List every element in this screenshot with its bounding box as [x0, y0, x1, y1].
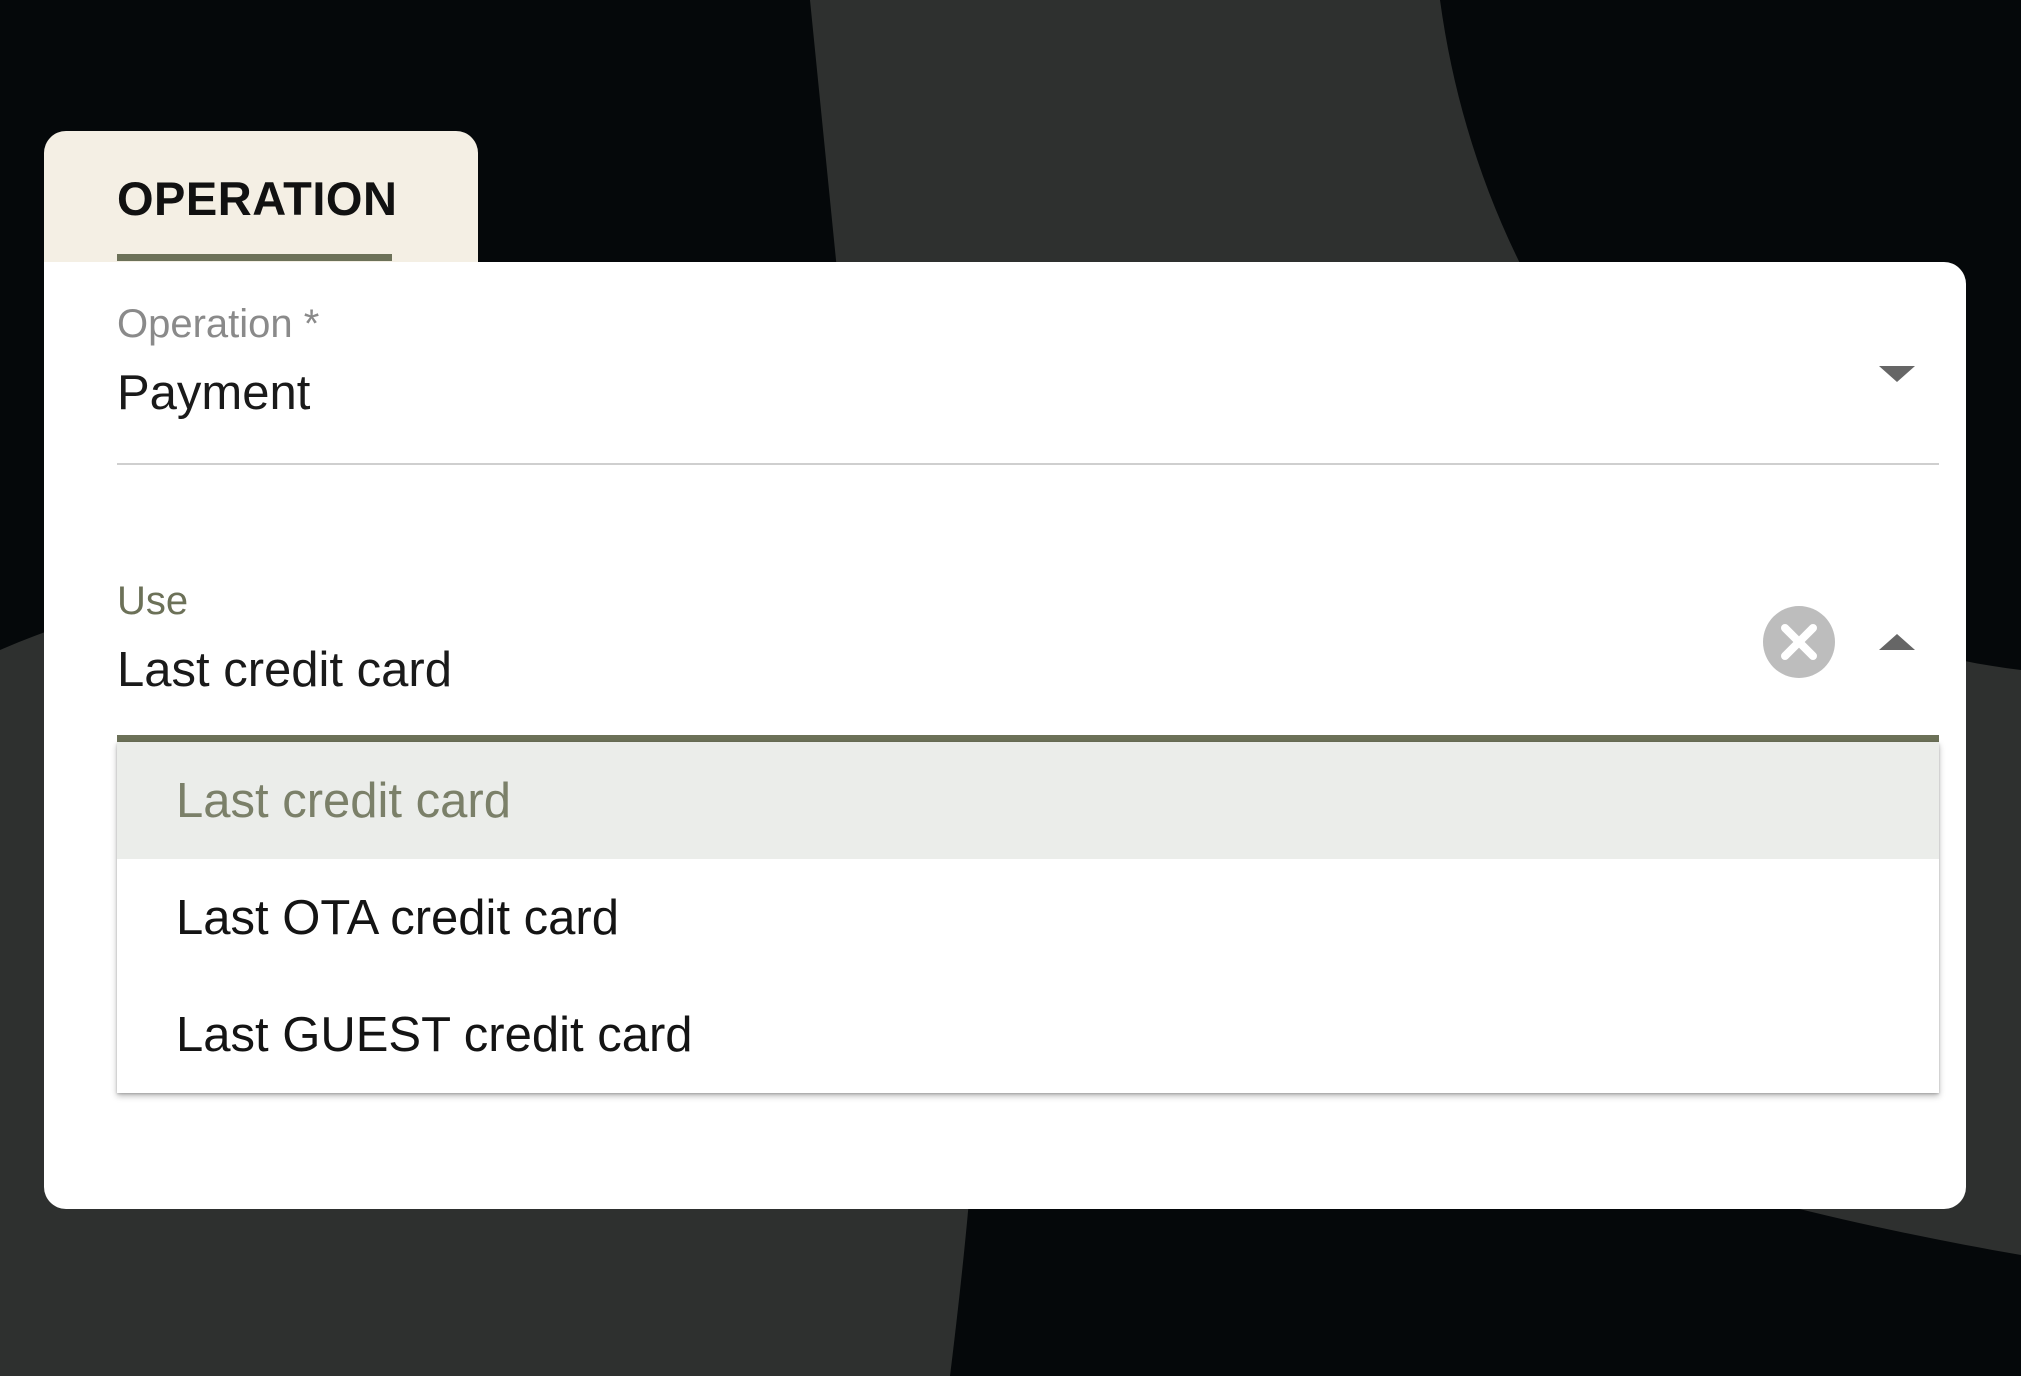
use-options-listbox: Last credit card Last OTA credit card La… [117, 742, 1939, 1093]
clear-circle-icon[interactable] [1762, 605, 1836, 679]
tab-operation[interactable]: OPERATION [44, 131, 478, 271]
arrow-drop-up-icon[interactable] [1877, 622, 1917, 662]
option-last-guest-credit-card[interactable]: Last GUEST credit card [117, 976, 1939, 1093]
tab-operation-label: OPERATION [117, 172, 398, 225]
option-last-credit-card[interactable]: Last credit card [117, 742, 1939, 859]
use-underline-focused [117, 735, 1939, 742]
option-last-ota-credit-card[interactable]: Last OTA credit card [117, 859, 1939, 976]
use-value: Last credit card [117, 643, 452, 697]
operation-underline [117, 463, 1939, 465]
stage: OPERATION Operation * Payment Use Last c… [0, 0, 2021, 1376]
tab-active-indicator [117, 254, 392, 261]
use-label: Use [117, 579, 189, 623]
operation-card: Operation * Payment Use Last credit card… [44, 262, 1966, 1209]
operation-value: Payment [117, 366, 311, 420]
operation-label: Operation * [117, 302, 320, 346]
operation-select[interactable] [117, 292, 1939, 464]
arrow-drop-down-icon[interactable] [1877, 354, 1917, 394]
